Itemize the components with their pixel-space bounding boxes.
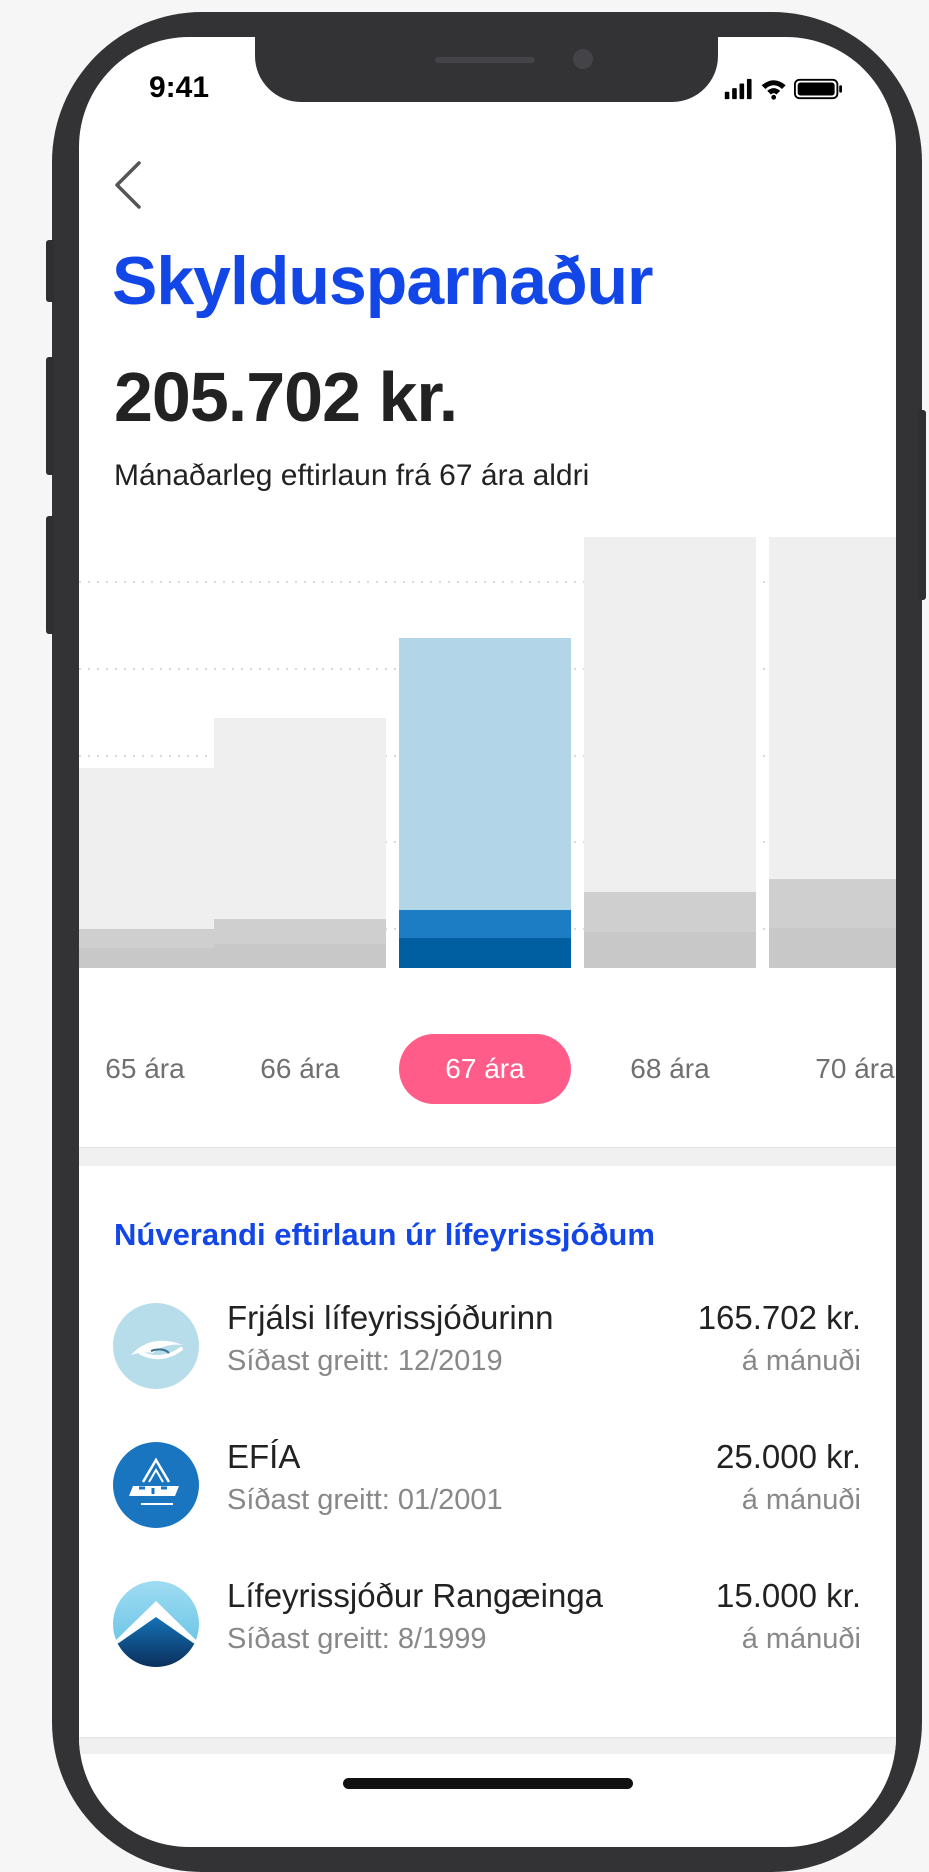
fund-amount: 165.702 kr. bbox=[697, 1299, 861, 1336]
age-option[interactable]: 66 ára bbox=[214, 1034, 386, 1104]
fund-name: Frjálsi lífeyrissjóðurinn bbox=[227, 1299, 554, 1336]
fund-last-paid: Síðast greitt: 01/2001 bbox=[227, 1484, 503, 1516]
back-button[interactable] bbox=[109, 157, 149, 217]
bar-segment bbox=[79, 948, 231, 968]
fund-row[interactable]: EFÍA Síðast greitt: 01/2001 25.000 kr. á… bbox=[79, 1438, 896, 1548]
age-option[interactable]: 67 ára bbox=[399, 1034, 571, 1104]
bar-segment bbox=[399, 938, 571, 968]
age-selector[interactable]: 65 ára 66 ára 67 ára 68 ára 70 ára bbox=[79, 1034, 896, 1104]
status-time: 9:41 bbox=[149, 71, 210, 104]
volume-up-button bbox=[46, 357, 54, 475]
speaker bbox=[435, 57, 535, 63]
power-button bbox=[918, 410, 926, 600]
volume-down-button bbox=[46, 516, 54, 634]
home-indicator[interactable] bbox=[343, 1778, 633, 1789]
page-title: Skyldusparnaður bbox=[112, 243, 653, 319]
section-title: Núverandi eftirlaun úr lífeyrissjóðum bbox=[114, 1217, 655, 1252]
bar-segment bbox=[214, 944, 386, 968]
silent-switch bbox=[46, 240, 54, 302]
fund-period: á mánuði bbox=[741, 1345, 861, 1377]
fund-last-paid: Síðast greitt: 12/2019 bbox=[227, 1345, 503, 1377]
wifi-icon bbox=[761, 80, 786, 100]
seagull-logo-icon bbox=[113, 1303, 199, 1389]
bar-segment bbox=[79, 929, 231, 948]
bar-segment bbox=[214, 718, 386, 919]
efia-logo-icon bbox=[113, 1442, 199, 1528]
fund-name: Lífeyrissjóður Rangæinga bbox=[227, 1577, 604, 1614]
fund-amount: 15.000 kr. bbox=[716, 1577, 861, 1614]
bar-segment bbox=[214, 919, 386, 944]
screen: 9:41 Skyldusparnaður 205.702 kr. Mánaðar… bbox=[79, 37, 896, 1847]
signal-icon bbox=[724, 78, 752, 100]
bar-segment bbox=[584, 932, 756, 968]
total-amount: 205.702 kr. bbox=[114, 358, 458, 436]
bar-segment bbox=[79, 768, 231, 929]
amount-subtitle: Mánaðarleg eftirlaun frá 67 ára aldri bbox=[114, 459, 590, 492]
bar-segment bbox=[769, 928, 896, 968]
age-option[interactable]: 68 ára bbox=[584, 1034, 756, 1104]
bar-segment bbox=[399, 910, 571, 938]
status-icons bbox=[724, 78, 842, 100]
fund-row[interactable]: Lífeyrissjóður Rangæinga Síðast greitt: … bbox=[79, 1577, 896, 1687]
bar-segment bbox=[584, 892, 756, 932]
age-option[interactable]: 70 ára bbox=[769, 1034, 896, 1104]
front-camera bbox=[573, 49, 593, 69]
bar-segment bbox=[769, 537, 896, 879]
bar-segment bbox=[399, 638, 571, 910]
fund-row[interactable]: Frjálsi lífeyrissjóðurinn Síðast greitt:… bbox=[79, 1299, 896, 1409]
mountain-logo-icon bbox=[113, 1581, 199, 1667]
fund-period: á mánuði bbox=[741, 1623, 861, 1655]
notch bbox=[255, 37, 718, 102]
bar-segment bbox=[769, 879, 896, 928]
chevron-left-icon bbox=[115, 161, 141, 209]
section-divider bbox=[79, 1737, 896, 1754]
battery-icon bbox=[793, 78, 842, 100]
age-option[interactable]: 65 ára bbox=[79, 1034, 231, 1104]
pension-bar-chart bbox=[79, 537, 896, 968]
fund-amount: 25.000 kr. bbox=[716, 1438, 861, 1475]
fund-last-paid: Síðast greitt: 8/1999 bbox=[227, 1623, 487, 1655]
fund-name: EFÍA bbox=[227, 1438, 301, 1475]
section-divider bbox=[79, 1147, 896, 1166]
fund-period: á mánuði bbox=[741, 1484, 861, 1516]
bar-segment bbox=[584, 537, 756, 892]
